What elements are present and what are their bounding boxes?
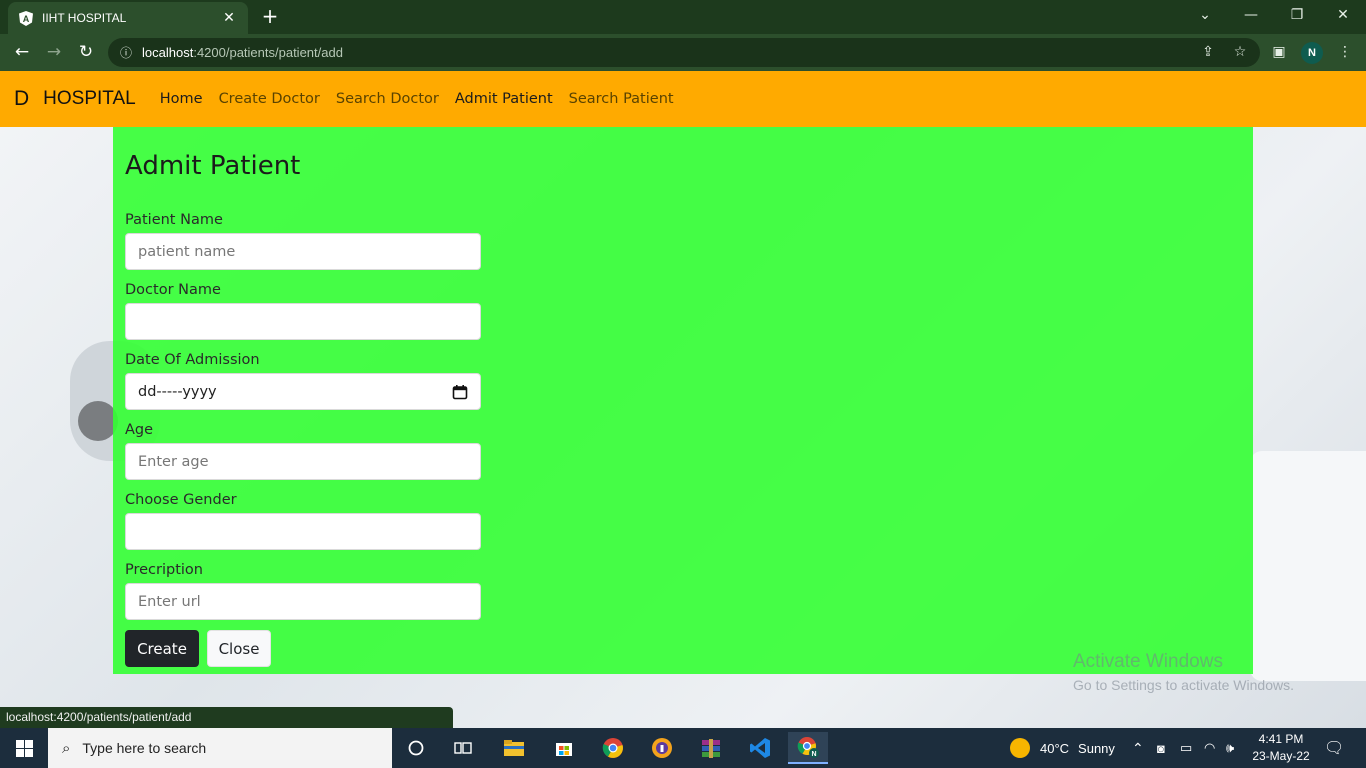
clock-time: 4:41 PM <box>1258 732 1304 746</box>
nav-link-create-doctor[interactable]: Create Doctor <box>219 91 320 107</box>
winrar-icon[interactable] <box>691 732 731 764</box>
svg-text:N: N <box>811 751 816 758</box>
admission-date-value: dd-----yyyy <box>138 383 217 400</box>
tray-overflow-icon[interactable]: ⌃ <box>1132 728 1144 768</box>
age-label: Age <box>125 422 154 438</box>
background-photo-element <box>1250 451 1366 681</box>
admission-date-field[interactable]: dd-----yyyy <box>125 373 481 410</box>
new-tab-icon[interactable]: + <box>258 5 282 29</box>
taskbar-search-box[interactable]: ⌕ Type here to search <box>48 728 392 768</box>
tab-search-chevron-icon[interactable]: ⌄ <box>1182 0 1228 32</box>
profile-avatar[interactable]: N <box>1301 42 1323 64</box>
page-viewport: D HOSPITAL Home Create Doctor Search Doc… <box>0 71 1366 728</box>
page-title: Admit Patient <box>125 151 301 181</box>
weather-condition: Sunny <box>1078 740 1115 756</box>
age-input[interactable] <box>138 453 468 470</box>
prescription-field[interactable] <box>125 583 481 620</box>
bookmark-star-icon[interactable]: ☆ <box>1229 41 1251 63</box>
gender-input[interactable] <box>138 523 468 540</box>
minimize-icon[interactable]: — <box>1228 0 1274 32</box>
volume-icon[interactable]: 🕪 <box>1226 728 1234 768</box>
status-bar-url: localhost:4200/patients/patient/add <box>0 707 453 728</box>
share-icon[interactable]: ⇪ <box>1197 41 1219 63</box>
chrome-icon[interactable] <box>593 732 633 764</box>
meet-now-icon[interactable]: ◙ <box>1157 728 1165 768</box>
patient-name-label: Patient Name <box>125 212 223 228</box>
calendar-icon[interactable] <box>452 384 468 400</box>
angular-icon: A <box>18 10 34 26</box>
site-info-icon[interactable]: ⓘ <box>120 44 132 61</box>
activate-windows-watermark: Activate Windows Go to Settings to activ… <box>1073 651 1294 693</box>
watermark-subtitle: Go to Settings to activate Windows. <box>1073 677 1294 693</box>
side-panel-icon[interactable]: ▣ <box>1268 41 1290 63</box>
weather-temperature: 40°C <box>1040 740 1070 756</box>
admit-patient-panel: Admit Patient Patient Name Doctor Name D… <box>113 127 1253 674</box>
browser-menu-icon[interactable]: ⋮ <box>1334 41 1356 63</box>
close-button[interactable]: Close <box>207 630 271 667</box>
doctor-name-label: Doctor Name <box>125 282 221 298</box>
navbar-brand[interactable]: D HOSPITAL <box>14 87 136 111</box>
prescription-input[interactable] <box>138 593 468 610</box>
doctor-name-input[interactable] <box>138 313 468 330</box>
tab-close-icon[interactable]: ✕ <box>220 10 238 26</box>
wifi-icon[interactable]: ◠ <box>1204 728 1215 768</box>
address-bar[interactable]: ⓘ localhost:4200/patients/patient/add <box>108 38 1260 67</box>
url-path: :4200/patients/patient/add <box>193 45 343 60</box>
browser-tab[interactable]: A IIHT HOSPITAL ✕ <box>8 2 248 34</box>
taskbar-clock[interactable]: 4:41 PM 23-May-22 <box>1248 731 1314 765</box>
reload-icon[interactable]: ↻ <box>72 40 100 66</box>
patient-name-input[interactable] <box>138 243 468 260</box>
cortana-icon[interactable] <box>396 732 436 764</box>
nav-link-search-doctor[interactable]: Search Doctor <box>336 91 439 107</box>
back-icon[interactable]: ← <box>8 40 36 66</box>
brand-name: HOSPITAL <box>43 88 136 109</box>
create-button[interactable]: Create <box>125 630 199 667</box>
windows-taskbar: ⌕ Type here to search N 40°C Sunny ⌃ ◙ ▭… <box>0 728 1366 768</box>
search-icon: ⌕ <box>62 739 71 757</box>
vscode-icon[interactable] <box>740 732 780 764</box>
nav-link-home[interactable]: Home <box>160 91 203 107</box>
gender-label: Choose Gender <box>125 492 237 508</box>
battery-icon[interactable]: ▭ <box>1180 728 1192 768</box>
nav-link-admit-patient[interactable]: Admit Patient <box>455 91 553 107</box>
prescription-label: Precription <box>125 562 203 578</box>
admission-date-label: Date Of Admission <box>125 352 260 368</box>
browser-toolbar: ← → ↻ ⓘ localhost:4200/patients/patient/… <box>0 34 1366 71</box>
watermark-title: Activate Windows <box>1073 651 1223 672</box>
svg-text:A: A <box>23 14 30 24</box>
weather-widget[interactable]: 40°C Sunny <box>1010 728 1115 768</box>
nav-link-search-patient[interactable]: Search Patient <box>569 91 674 107</box>
url-host: localhost <box>142 45 194 60</box>
browser-tab-strip: A IIHT HOSPITAL ✕ + ⌄ — ❐ ✕ <box>0 0 1366 34</box>
window-close-icon[interactable]: ✕ <box>1320 0 1366 32</box>
clock-date: 23-May-22 <box>1252 749 1310 763</box>
notifications-icon[interactable]: 🗨 <box>1324 728 1344 768</box>
patient-name-field[interactable] <box>125 233 481 270</box>
vpn-shield-icon[interactable] <box>642 732 682 764</box>
background-photo-element <box>78 401 118 441</box>
doctor-name-field[interactable] <box>125 303 481 340</box>
chrome-profile-taskbar-icon[interactable]: N <box>788 732 828 764</box>
file-explorer-icon[interactable] <box>494 732 534 764</box>
sun-icon <box>1010 738 1030 758</box>
microsoft-store-icon[interactable] <box>544 732 584 764</box>
tab-title: IIHT HOSPITAL <box>42 11 127 25</box>
forward-icon[interactable]: → <box>40 40 68 66</box>
site-navbar: D HOSPITAL Home Create Doctor Search Doc… <box>0 71 1366 127</box>
restore-icon[interactable]: ❐ <box>1274 0 1320 32</box>
brand-mark: D <box>14 87 30 110</box>
taskbar-search-placeholder: Type here to search <box>82 740 207 756</box>
windows-start-icon[interactable] <box>0 728 48 768</box>
task-view-icon[interactable] <box>443 732 483 764</box>
age-field[interactable] <box>125 443 481 480</box>
gender-field[interactable] <box>125 513 481 550</box>
